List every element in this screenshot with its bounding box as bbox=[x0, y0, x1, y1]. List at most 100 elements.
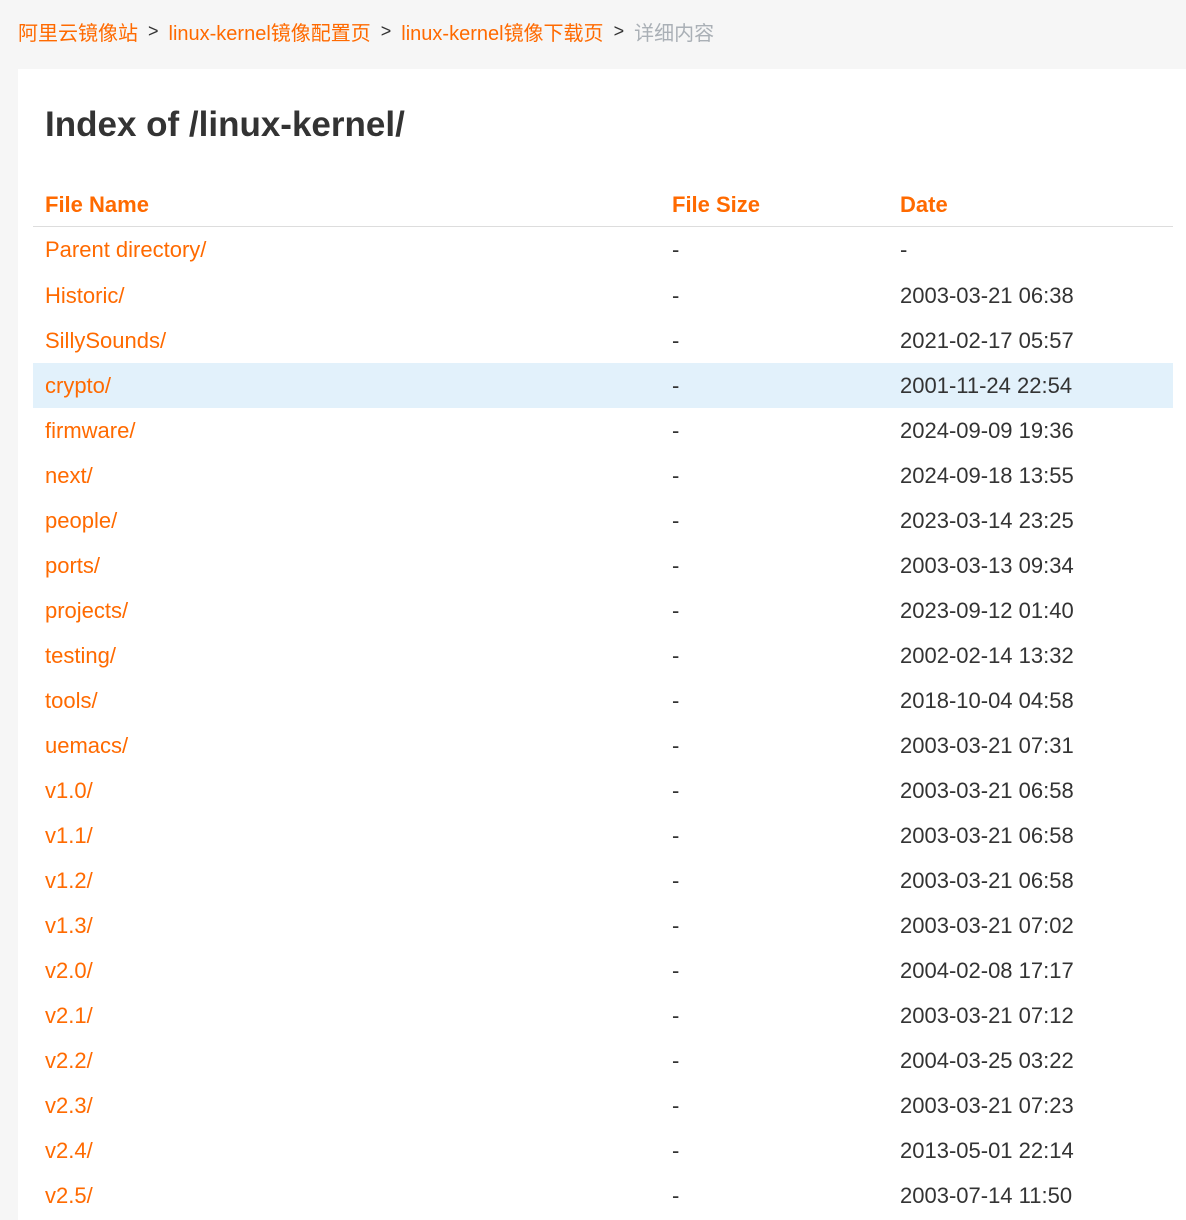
file-rows: Parent directory/ - - Historic/ - 2003-03-21 … bbox=[33, 227, 1173, 1219]
column-header-file-name[interactable]: File Name bbox=[33, 184, 660, 227]
file-link[interactable]: v2.4/ bbox=[45, 1138, 93, 1163]
table-row[interactable]: testing/ - 2002-02-14 13:32 bbox=[33, 633, 1173, 678]
file-link[interactable]: tools/ bbox=[45, 688, 98, 713]
table-row[interactable]: projects/ - 2023-09-12 01:40 bbox=[33, 588, 1173, 633]
table-row[interactable]: v1.3/ - 2003-03-21 07:02 bbox=[33, 903, 1173, 948]
file-link[interactable]: crypto/ bbox=[45, 373, 111, 398]
file-date-cell: 2003-03-21 07:23 bbox=[900, 1092, 1074, 1118]
file-link[interactable]: firmware/ bbox=[45, 418, 135, 443]
file-size-cell: - bbox=[672, 1047, 680, 1073]
file-link[interactable]: testing/ bbox=[45, 643, 116, 668]
file-date-cell: 2021-02-17 05:57 bbox=[900, 327, 1074, 353]
file-date-cell: 2024-09-09 19:36 bbox=[900, 417, 1074, 443]
table-row[interactable]: v1.1/ - 2003-03-21 06:58 bbox=[33, 813, 1173, 858]
breadcrumb: 阿里云镜像站 > linux-kernel镜像配置页 > linux-kerne… bbox=[0, 0, 1186, 62]
breadcrumb-link-download-page[interactable]: linux-kernel镜像下载页 bbox=[401, 17, 603, 46]
table-row[interactable]: v2.4/ - 2013-05-01 22:14 bbox=[33, 1128, 1173, 1173]
table-row[interactable]: v2.0/ - 2004-02-08 17:17 bbox=[33, 948, 1173, 993]
file-name-cell: crypto/ bbox=[33, 363, 660, 408]
file-name-cell: v2.1/ bbox=[33, 993, 660, 1038]
file-size-cell: - bbox=[672, 1137, 680, 1163]
file-name-cell: projects/ bbox=[33, 588, 660, 633]
file-name-cell: tools/ bbox=[33, 678, 660, 723]
file-size-cell: - bbox=[672, 417, 680, 443]
file-name-cell: firmware/ bbox=[33, 408, 660, 453]
file-size-cell: - bbox=[672, 327, 680, 353]
breadcrumb-current: 详细内容 bbox=[634, 22, 715, 45]
file-date-cell: 2024-09-18 13:55 bbox=[900, 462, 1074, 488]
breadcrumb-separator: > bbox=[380, 20, 392, 41]
page-title: Index of /linux-kernel/ bbox=[45, 105, 405, 144]
file-link[interactable]: v2.2/ bbox=[45, 1048, 93, 1073]
table-row[interactable]: v1.0/ - 2003-03-21 06:58 bbox=[33, 768, 1173, 813]
file-link[interactable]: v2.1/ bbox=[45, 1003, 93, 1028]
file-name-cell: v2.0/ bbox=[33, 948, 660, 993]
table-row[interactable]: tools/ - 2018-10-04 04:58 bbox=[33, 678, 1173, 723]
file-link[interactable]: v1.2/ bbox=[45, 868, 93, 893]
file-date-cell: 2002-02-14 13:32 bbox=[900, 642, 1074, 668]
breadcrumb-link-aliyun-mirror[interactable]: 阿里云镜像站 bbox=[18, 17, 138, 46]
file-link[interactable]: projects/ bbox=[45, 598, 128, 623]
file-date-cell: 2004-02-08 17:17 bbox=[900, 957, 1074, 983]
file-size-cell: - bbox=[672, 1182, 680, 1208]
file-date-cell: 2003-03-21 07:02 bbox=[900, 912, 1074, 938]
file-link[interactable]: v1.0/ bbox=[45, 778, 93, 803]
file-size-cell: - bbox=[672, 552, 680, 578]
file-size-cell: - bbox=[672, 597, 680, 623]
table-row[interactable]: v2.5/ - 2003-07-14 11:50 bbox=[33, 1173, 1173, 1218]
file-link[interactable]: people/ bbox=[45, 508, 117, 533]
content-panel: Index of /linux-kernel/ File Name File S… bbox=[18, 69, 1186, 1220]
file-name-cell: v1.1/ bbox=[33, 813, 660, 858]
column-header-date[interactable]: Date bbox=[888, 184, 1173, 227]
file-link[interactable]: v1.3/ bbox=[45, 913, 93, 938]
file-name-cell: v2.2/ bbox=[33, 1038, 660, 1083]
file-name-cell: Historic/ bbox=[33, 273, 660, 318]
file-link[interactable]: next/ bbox=[45, 463, 93, 488]
file-date-cell: 2003-03-21 07:31 bbox=[900, 732, 1074, 758]
table-row[interactable]: SillySounds/ - 2021-02-17 05:57 bbox=[33, 318, 1173, 363]
file-name-cell: next/ bbox=[33, 453, 660, 498]
file-link[interactable]: v2.5/ bbox=[45, 1183, 93, 1208]
table-header-row: File Name File Size Date bbox=[33, 184, 1173, 227]
file-size-cell: - bbox=[672, 867, 680, 893]
table-row[interactable]: ports/ - 2003-03-13 09:34 bbox=[33, 543, 1173, 588]
table-row[interactable]: crypto/ -2001-11-24 22:54 bbox=[33, 363, 1173, 408]
file-date-cell: 2023-09-12 01:40 bbox=[900, 597, 1074, 623]
file-link[interactable]: v1.1/ bbox=[45, 823, 93, 848]
file-date-cell: 2001-11-24 22:54 bbox=[888, 363, 1173, 408]
file-size-cell: - bbox=[672, 237, 680, 262]
table-row[interactable]: v1.2/ - 2003-03-21 06:58 bbox=[33, 858, 1173, 903]
table-row[interactable]: v2.1/ - 2003-03-21 07:12 bbox=[33, 993, 1173, 1038]
table-row[interactable]: Parent directory/ - - bbox=[33, 227, 1173, 274]
breadcrumb-link-config-page[interactable]: linux-kernel镜像配置页 bbox=[169, 17, 371, 46]
file-name-cell: v2.5/ bbox=[33, 1173, 660, 1218]
table-row[interactable]: v2.2/ - 2004-03-25 03:22 bbox=[33, 1038, 1173, 1083]
table-row[interactable]: uemacs/ - 2003-03-21 07:31 bbox=[33, 723, 1173, 768]
file-date-cell: 2003-07-14 11:50 bbox=[900, 1182, 1073, 1208]
file-date-cell: 2018-10-04 04:58 bbox=[900, 687, 1074, 713]
file-link[interactable]: SillySounds/ bbox=[45, 328, 166, 353]
file-link[interactable]: v2.0/ bbox=[45, 958, 93, 983]
column-header-file-size[interactable]: File Size bbox=[660, 184, 888, 227]
file-name-cell: SillySounds/ bbox=[33, 318, 660, 363]
file-link[interactable]: Parent directory/ bbox=[45, 237, 206, 262]
file-name-cell: v1.3/ bbox=[33, 903, 660, 948]
table-row[interactable]: firmware/ - 2024-09-09 19:36 bbox=[33, 408, 1173, 453]
file-name-cell: uemacs/ bbox=[33, 723, 660, 768]
file-size-cell: - bbox=[672, 507, 680, 533]
file-name-cell: Parent directory/ bbox=[33, 227, 660, 274]
file-listing-table: File Name File Size Date Parent director… bbox=[33, 184, 1173, 1218]
table-row[interactable]: people/ - 2023-03-14 23:25 bbox=[33, 498, 1173, 543]
table-row[interactable]: v2.3/ - 2003-03-21 07:23 bbox=[33, 1083, 1173, 1128]
file-link[interactable]: ports/ bbox=[45, 553, 100, 578]
file-date-cell: 2003-03-21 06:58 bbox=[900, 867, 1074, 893]
file-date-cell: 2004-03-25 03:22 bbox=[900, 1047, 1074, 1073]
file-date-cell: 2003-03-21 06:58 bbox=[900, 822, 1074, 848]
file-link[interactable]: uemacs/ bbox=[45, 733, 128, 758]
file-link[interactable]: Historic/ bbox=[45, 283, 124, 308]
file-size-cell: - bbox=[672, 957, 680, 983]
file-size-cell: - bbox=[672, 912, 680, 938]
table-row[interactable]: next/ - 2024-09-18 13:55 bbox=[33, 453, 1173, 498]
file-link[interactable]: v2.3/ bbox=[45, 1093, 93, 1118]
table-row[interactable]: Historic/ - 2003-03-21 06:38 bbox=[33, 273, 1173, 318]
